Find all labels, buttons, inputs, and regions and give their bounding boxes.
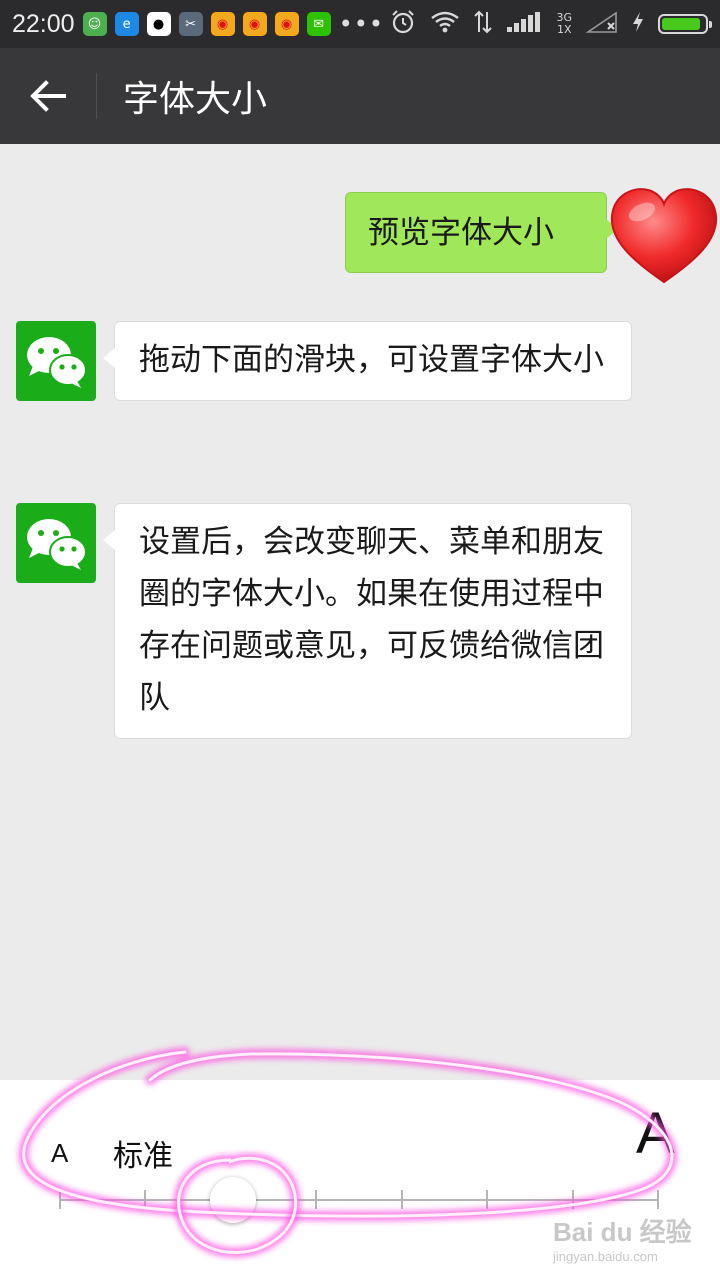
back-arrow-icon: [30, 80, 66, 112]
qq-icon: ●: [146, 12, 171, 36]
network-type: 3G 1X: [556, 11, 572, 36]
message-bubble: 拖动下面的滑块，可设置字体大小: [103, 321, 632, 401]
message-bubble: 设置后，会改变聊天、菜单和朋友圈的字体大小。如果在使用过程中存在问题或意见，可反…: [103, 503, 632, 739]
action-bar: 字体大小: [0, 48, 720, 144]
wechat-avatar[interactable]: [16, 321, 96, 401]
heart-icon: [610, 188, 718, 284]
slider-tick[interactable]: [315, 1190, 317, 1209]
wechat-icon: ✉: [306, 12, 331, 36]
signal-icon: [506, 11, 542, 38]
wechat-logo-icon: [27, 337, 87, 388]
status-time: 22:00: [12, 9, 75, 38]
message-text: 设置后，会改变聊天、菜单和朋友圈的字体大小。如果在使用过程中存在问题或意见，可反…: [139, 524, 604, 716]
scissors-icon: ✂: [178, 12, 203, 36]
baidu-watermark: Bai du 经验 jingyan.baidu.com: [553, 1217, 692, 1264]
wifi-icon: [430, 10, 460, 39]
wechat-avatar[interactable]: [16, 503, 96, 583]
android-face-icon: ☺: [82, 12, 107, 36]
slider-tick[interactable]: [59, 1190, 61, 1209]
alarm-icon: [390, 9, 416, 40]
weibo-icon: ◉: [210, 12, 235, 36]
data-transfer-icon: [474, 10, 493, 39]
message-text: 拖动下面的滑块，可设置字体大小: [139, 342, 604, 378]
browser-icon: e: [114, 12, 139, 36]
wechat-logo-icon: [27, 519, 87, 570]
weibo-icon: ◉: [242, 12, 267, 36]
header-divider: [96, 73, 97, 119]
slider-tick[interactable]: [401, 1190, 403, 1209]
more-notifications-icon: •••: [338, 10, 385, 38]
preview-message-text: 预览字体大小: [368, 214, 554, 251]
small-font-label: A: [51, 1138, 69, 1168]
page-title: 字体大小: [123, 79, 268, 120]
signal-weak-icon: [585, 10, 618, 38]
weibo-icon: ◉: [274, 12, 299, 36]
slider-tick[interactable]: [657, 1190, 659, 1209]
font-size-slider-thumb[interactable]: [210, 1177, 256, 1223]
current-level-label: 标准: [113, 1139, 173, 1174]
status-bar: 22:00 ☺ e ● ✂ ◉ ◉ ◉ ✉ ••• 3G 1X: [0, 0, 720, 48]
battery-level: [662, 18, 700, 30]
large-font-label: A: [636, 1101, 675, 1166]
slider-tick[interactable]: [572, 1190, 574, 1209]
font-size-slider-track[interactable]: [60, 1199, 658, 1201]
battery-icon: [658, 14, 712, 34]
my-avatar[interactable]: [604, 182, 720, 290]
charging-icon: [632, 11, 644, 38]
slider-tick[interactable]: [486, 1190, 488, 1209]
preview-message-bubble: 预览字体大小: [345, 192, 618, 273]
back-button[interactable]: [0, 48, 96, 144]
slider-tick[interactable]: [144, 1190, 146, 1209]
